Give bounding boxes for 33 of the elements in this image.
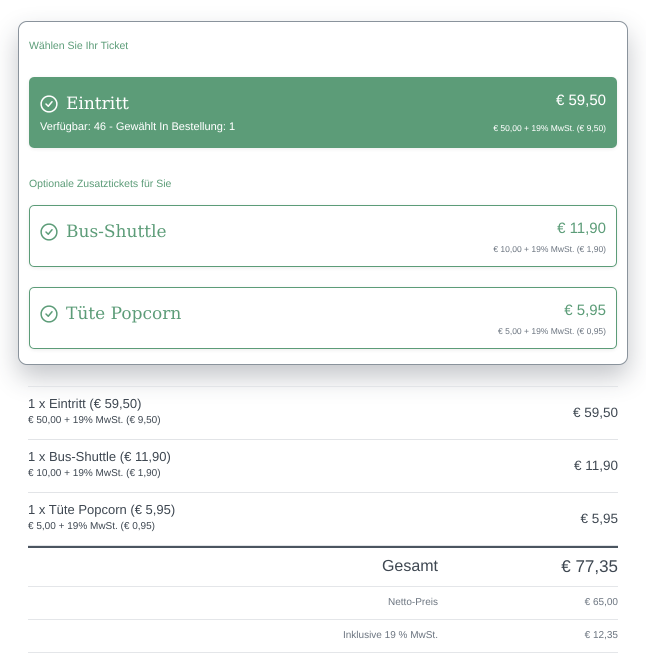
ticket-tax-note: € 50,00 + 19% MwSt. (€ 9,50) [493, 122, 606, 134]
order-line-total: € 59,50 [572, 404, 618, 422]
order-line-tax-note: € 50,00 + 19% MwSt. (€ 9,50) [28, 414, 161, 427]
ticket-price: € 59,50 [556, 91, 606, 111]
ticket-name: Tüte Popcorn [66, 303, 182, 325]
total-label: Inklusive 19 % MwSt. [342, 629, 438, 643]
order-line-title: 1 x Bus-Shuttle (€ 11,90) [28, 448, 171, 465]
ticket-availability: Verfügbar: 46 - Gewählt In Bestellung: 1 [40, 120, 236, 134]
order-line-title: 1 x Tüte Popcorn (€ 5,95) [28, 501, 176, 518]
total-value: € 65,00 [584, 596, 618, 610]
ticket-option[interactable]: Tüte Popcorn € 5,95 € 5,00 + 19% MwSt. (€ 0,95) [29, 287, 617, 349]
section-heading: Wählen Sie Ihr Ticket [29, 39, 128, 53]
order-line-tax-note: € 5,00 + 19% MwSt. (€ 0,95) [28, 520, 156, 533]
ticket-price: € 5,95 [564, 301, 606, 321]
ticket-name: Bus-Shuttle [66, 221, 167, 243]
ticket-tax-note: € 5,00 + 19% MwSt. (€ 0,95) [498, 325, 606, 337]
section-heading: Optionale Zusatztickets für Sie [29, 177, 172, 191]
order-line-total: € 5,95 [580, 510, 618, 528]
total-label: Netto-Preis [388, 596, 438, 610]
order-line-total: € 11,90 [574, 457, 618, 475]
ticket-option[interactable]: Eintritt Verfügbar: 46 - Gewählt In Bestellung: 1 € 59,50 € 50,00 + 19% MwSt. (€ 9,50) [29, 77, 617, 148]
total-label: Gesamt [382, 557, 438, 577]
ticket-tax-note: € 10,00 + 19% MwSt. (€ 1,90) [493, 243, 606, 255]
order-line-tax-note: € 10,00 + 19% MwSt. (€ 1,90) [28, 467, 162, 480]
ticket-option[interactable]: Bus-Shuttle € 11,90 € 10,00 + 19% MwSt. (€ 1,90) [29, 205, 617, 267]
check-circle-icon [40, 305, 58, 323]
ticket-price: € 11,90 [557, 219, 606, 239]
check-circle-icon [40, 95, 58, 113]
check-circle-icon [40, 223, 58, 241]
total-value: € 12,35 [584, 629, 618, 643]
ticket-name: Eintritt [66, 93, 129, 115]
total-value: € 77,35 [561, 557, 618, 577]
order-line-title: 1 x Eintritt (€ 59,50) [28, 395, 142, 412]
